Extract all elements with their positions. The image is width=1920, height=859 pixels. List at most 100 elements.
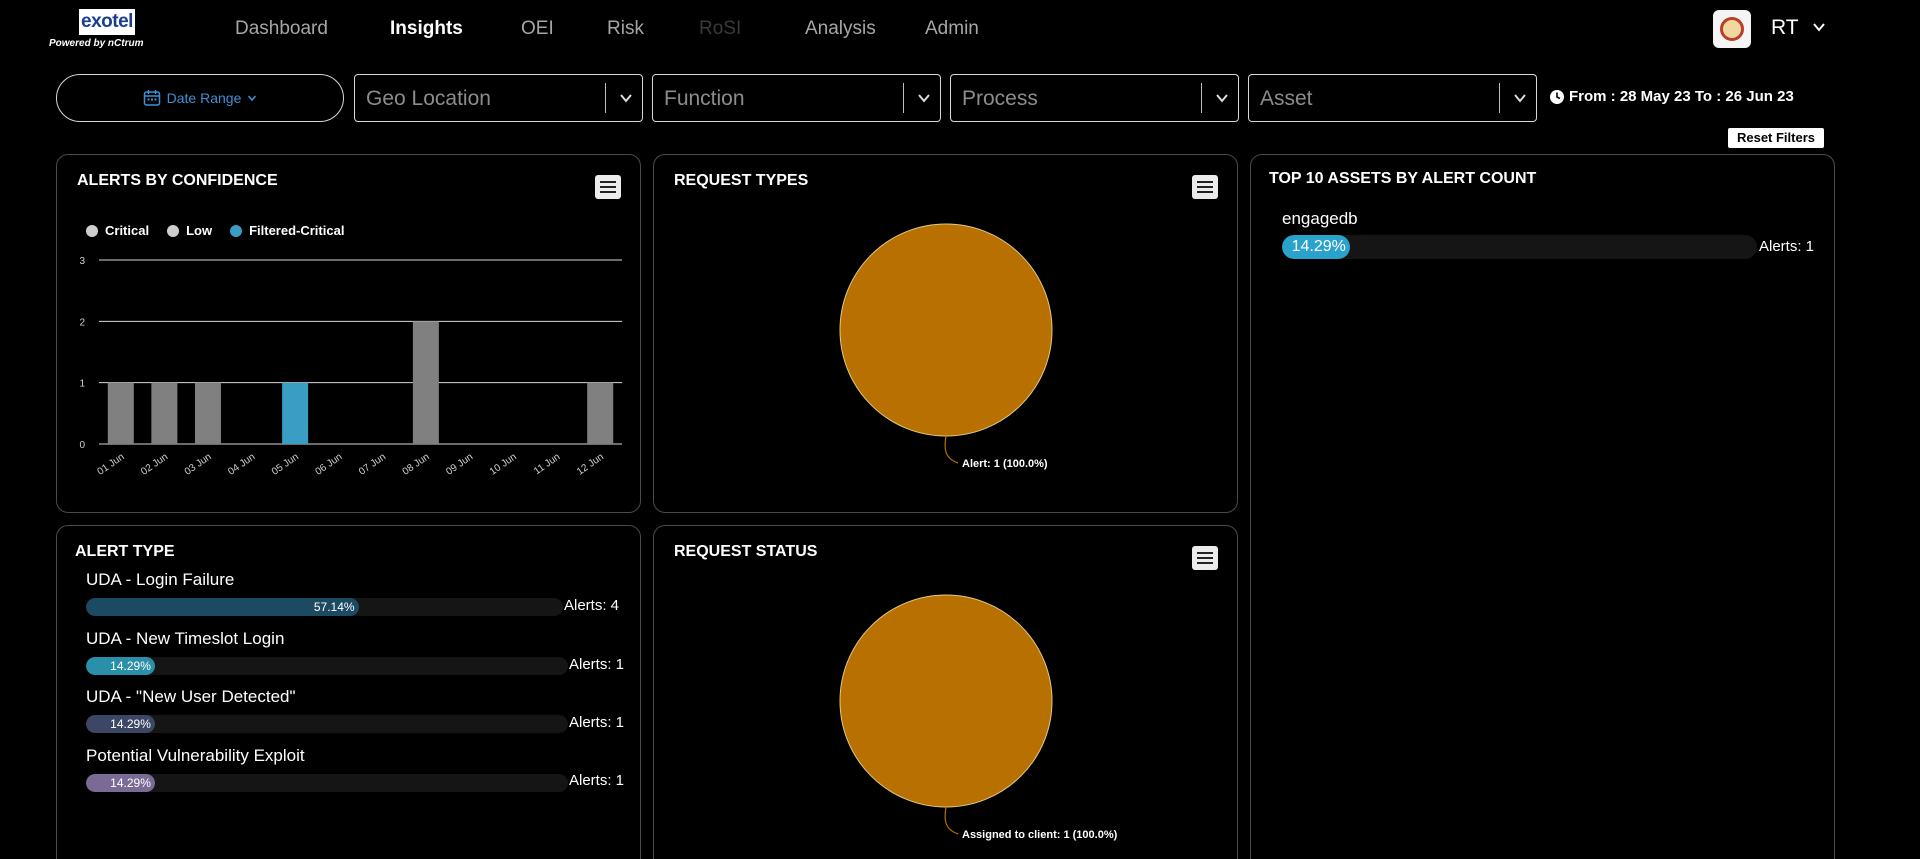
x-tick-label: 02 Jun — [139, 451, 170, 477]
date-range-label: Date Range — [166, 90, 242, 106]
process-placeholder: Process — [962, 87, 1038, 110]
function-placeholder: Function — [664, 87, 745, 110]
top-assets-panel: TOP 10 ASSETS BY ALERT COUNT engagedb 14… — [1250, 154, 1835, 859]
alert-type-progress-fill: 14.29% — [86, 774, 155, 792]
chart-menu-icon[interactable] — [595, 175, 621, 199]
legend-label: Filtered-Critical — [249, 223, 345, 238]
x-tick-label: 12 Jun — [575, 451, 606, 477]
alert-type-progress-track: 14.29% — [86, 715, 568, 733]
alert-type-progress-track: 14.29% — [86, 774, 568, 792]
select-divider — [1201, 83, 1202, 113]
alert-type-percent: 57.14% — [313, 600, 355, 614]
process-select[interactable]: Process — [950, 74, 1239, 122]
y-tick-label: 1 — [79, 379, 85, 390]
emblem-avatar-icon[interactable] — [1713, 10, 1751, 48]
y-tick-label: 3 — [79, 256, 85, 267]
alerts-bar-chart: 0 1 2 3 01 Jun 02 Jun 03 Jun 04 Jun 05 Jun 06 Jun… — [79, 256, 622, 478]
x-tick-label: 09 Jun — [444, 451, 475, 477]
pie-data-label: Alert: 1 (100.0%) — [962, 458, 1048, 470]
reset-filters-button[interactable]: Reset Filters — [1728, 128, 1824, 148]
alert-type-percent: 14.29% — [110, 717, 151, 731]
alert-type-progress-fill: 14.29% — [86, 715, 155, 733]
request-types-pie-chart: Alert: 1 (100.0%) — [839, 223, 1053, 470]
legend-item-filtered-critical[interactable]: Filtered-Critical — [230, 223, 344, 238]
x-tick-label: 08 Jun — [401, 451, 432, 477]
alert-type-name: UDA - New Timeslot Login — [86, 629, 285, 648]
avatar-emblem — [1720, 17, 1744, 41]
legend-item-critical[interactable]: Critical — [86, 223, 149, 238]
calendar-icon — [143, 90, 160, 106]
logo-wordmark: exotel — [79, 9, 135, 35]
powered-by-text: Powered by nCtrum — [49, 38, 144, 49]
select-divider — [903, 83, 904, 113]
legend-dot — [167, 224, 180, 237]
geo-location-placeholder: Geo Location — [366, 87, 491, 110]
panel-title: ALERTS BY CONFIDENCE — [77, 172, 278, 189]
chevron-down-icon — [1216, 94, 1228, 103]
pie-slice — [839, 223, 1053, 437]
chevron-down-icon — [620, 94, 632, 103]
pie-label-connector — [944, 806, 959, 835]
bar-critical — [412, 321, 439, 444]
bar-critical — [151, 382, 178, 444]
nav-risk[interactable]: Risk — [607, 18, 644, 40]
nav-insights[interactable]: Insights — [390, 18, 463, 40]
alert-type-count: Alerts: 4 — [564, 597, 620, 614]
pie-data-label: Assigned to client: 1 (100.0%) — [962, 829, 1118, 841]
asset-progress-fill: 14.29% — [1282, 235, 1350, 259]
alert-type-percent: 14.29% — [110, 776, 151, 790]
asset-placeholder: Asset — [1260, 87, 1313, 110]
panel-title: REQUEST STATUS — [674, 543, 818, 560]
bar-critical — [107, 382, 134, 444]
y-tick-label: 2 — [79, 317, 85, 328]
request-status-pie-chart: Assigned to client: 1 (100.0%) — [839, 594, 1118, 841]
nav-dashboard[interactable]: Dashboard — [235, 18, 328, 40]
nav-admin[interactable]: Admin — [925, 18, 979, 40]
x-tick-label: 07 Jun — [357, 451, 388, 477]
nav-oei[interactable]: OEI — [521, 18, 554, 40]
alert-type-count: Alerts: 1 — [569, 714, 625, 731]
alert-type-progress-track: 14.29% — [86, 657, 568, 675]
alert-type-progress-track: 57.14% — [86, 598, 563, 616]
asset-progress-track: 14.29% — [1282, 235, 1757, 259]
geo-location-select[interactable]: Geo Location — [354, 74, 643, 122]
y-tick-label: 0 — [79, 440, 85, 451]
function-select[interactable]: Function — [652, 74, 941, 122]
date-range-button[interactable]: Date Range — [56, 74, 344, 122]
bar-filtered-critical — [282, 382, 309, 444]
legend-item-low[interactable]: Low — [167, 223, 212, 238]
alert-type-panel: ALERT TYPE UDA - Login Failure 57.14% Al… — [56, 525, 641, 859]
legend-dot — [230, 224, 243, 237]
alert-type-name: UDA - "New User Detected" — [86, 687, 296, 706]
alert-type-count: Alerts: 1 — [569, 772, 625, 789]
pie-slice — [839, 594, 1053, 808]
brand-logo[interactable]: exotel Powered by nCtrum — [49, 9, 161, 49]
panel-title: TOP 10 ASSETS BY ALERT COUNT — [1269, 170, 1537, 187]
x-tick-label: 01 Jun — [96, 451, 127, 477]
alert-type-name: Potential Vulnerability Exploit — [86, 746, 305, 765]
bar-critical — [587, 382, 614, 444]
user-initials[interactable]: RT — [1771, 16, 1799, 40]
asset-percent: 14.29% — [1291, 238, 1346, 255]
x-tick-label: 04 Jun — [226, 451, 257, 477]
chart-legend: Critical Low Filtered-Critical — [86, 223, 344, 238]
request-types-panel: REQUEST TYPES Alert: 1 (100.0%) — [653, 154, 1238, 513]
insights-dashboard: exotel Powered by nCtrum Dashboard Insig… — [0, 0, 1920, 859]
x-tick-label: 06 Jun — [314, 451, 345, 477]
select-divider — [605, 83, 606, 113]
legend-label: Critical — [105, 223, 150, 238]
date-range-text: From : 28 May 23 To : 26 Jun 23 — [1569, 88, 1794, 105]
request-status-panel: REQUEST STATUS Assigned to client: 1 (10… — [653, 525, 1238, 859]
chevron-down-icon[interactable] — [1812, 20, 1826, 34]
alert-type-name: UDA - Login Failure — [86, 570, 235, 589]
x-tick-label: 03 Jun — [183, 451, 214, 477]
chevron-down-icon — [248, 95, 257, 102]
asset-select[interactable]: Asset — [1248, 74, 1537, 122]
x-tick-label: 05 Jun — [270, 451, 301, 477]
chevron-down-icon — [1514, 94, 1526, 103]
asset-name: engagedb — [1282, 209, 1358, 228]
bar-critical — [194, 382, 221, 444]
alert-type-progress-fill: 14.29% — [86, 657, 155, 675]
nav-analysis[interactable]: Analysis — [805, 18, 876, 40]
date-range-info: From : 28 May 23 To : 26 Jun 23 — [1549, 88, 1794, 105]
